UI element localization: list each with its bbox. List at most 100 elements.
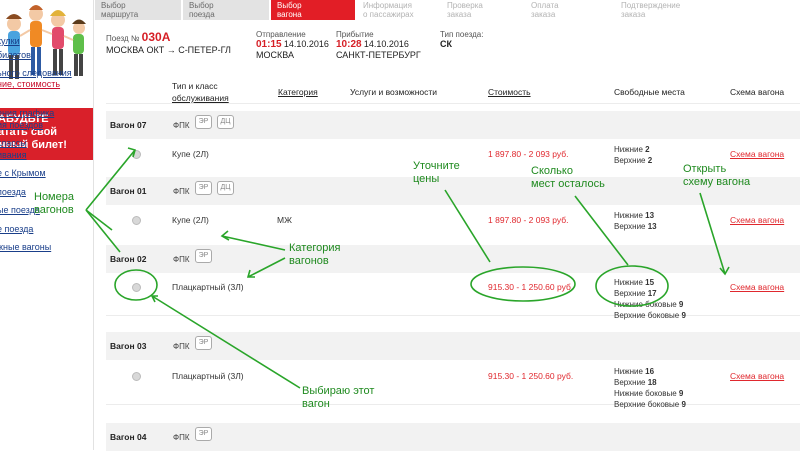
train-number: 030А [141,30,171,44]
step-1[interactable]: Выбор маршрута [95,0,181,20]
wagon-scheme-link[interactable]: Схема вагона [730,371,784,381]
train-number-label: Поезд № [106,34,140,43]
seat-type: Нижние [614,211,643,220]
wagon-price: 1 897.80 - 2 093 руб. [488,149,569,159]
sidebar-link[interactable]: билетов [0,50,31,60]
carrier-label: ФПК [173,187,190,196]
step-5[interactable]: Проверка заказа [441,0,523,20]
step-label: Выбор [189,1,214,10]
step-4[interactable]: Информация о пассажирах [357,0,439,20]
annotation-line: Открыть [683,163,727,175]
seat-count: 9 [681,311,686,320]
wagon-class: Плацкартный (3Л) [172,371,244,381]
wagon-select-radio[interactable] [132,216,141,225]
step-6[interactable]: Оплата заказа [525,0,613,20]
arrival-info: Прибытие 10:28 14.10.2016 САНКТ-ПЕТЕРБУР… [336,30,421,60]
seat-type: Нижние боковые [614,389,677,398]
column-class-line1: Тип и класс [172,81,218,91]
departure-city: МОСКВА [256,50,294,60]
column-category[interactable]: Категория [278,87,318,97]
departure-date: 14.10.2016 [283,39,329,49]
seat-type: Верхние [614,378,646,387]
sidebar-link[interactable]: ьного следования [0,68,72,78]
sidebar-link[interactable]: жные вагоны [0,242,51,252]
step-label: Оплата [531,1,559,10]
step-label: Проверка [447,1,483,10]
wagon-label: Вагон 07 [110,120,147,130]
annotation-line: Уточните [413,160,460,172]
train-type-value: СК [440,39,452,49]
seat-line: Нижние боковые 9 [614,388,686,399]
arrival-city: САНКТ-ПЕТЕРБУРГ [336,50,421,60]
column-price[interactable]: Стоимость [488,87,531,97]
step-label: Выбор [277,1,302,10]
wagon-class: Плацкартный (3Л) [172,282,244,292]
arrival-time: 10:28 [336,39,362,50]
wagon-scheme-link[interactable]: Схема вагона [730,149,784,159]
wagon-label: Вагон 01 [110,186,147,196]
sidebar-link[interactable]: ние, стоимость [0,79,60,89]
sidebar-link[interactable]: ивания [0,150,27,160]
seat-count: 2 [647,156,653,165]
seat-type: Верхние боковые [614,311,680,320]
seat-count: 9 [681,400,686,409]
sidebar-link[interactable]: поезда [0,187,26,197]
annotation-line: Номера [34,191,74,203]
step-3[interactable]: Выбор вагона [271,0,355,20]
column-services: Услуги и возможности [350,87,438,97]
step-label: маршрута [101,10,139,19]
seat-count: 16 [645,367,655,376]
seat-line: Верхние 17 [614,288,686,299]
seat-type: Нижние [614,278,643,287]
seat-count: 17 [647,289,657,298]
seat-type: Верхние [614,222,646,231]
annotation-seats: Сколько мест осталось [531,165,605,191]
carrier-label: ФПК [173,342,190,351]
service-badge-er: ЭР [195,115,212,129]
carrier-label: ФПК [173,255,190,264]
seat-line: Верхние 13 [614,221,657,232]
sidebar-link[interactable]: ия поездов [0,120,43,130]
seat-type: Верхние [614,156,646,165]
seat-line: Нижние 16 [614,366,686,377]
wagon-seats: Нижние 2 Верхние 2 [614,144,652,166]
annotation-line: Выбираю этот [302,385,375,397]
service-badge-er: ЭР [195,181,212,195]
step-label: вагона [277,10,302,19]
header-divider [106,103,800,104]
column-seats: Свободные места [614,87,685,97]
seat-line: Верхние 2 [614,155,652,166]
column-scheme: Схема вагона [730,87,785,97]
annotation-line: мест осталось [531,178,605,190]
departure-info: Отправление 01:15 14.10.2016 МОСКВА [256,30,329,60]
service-badge-er: ЭР [195,427,212,441]
step-7[interactable]: Подтверждение заказа [615,0,715,20]
step-label: заказа [447,10,472,19]
step-label: о пассажирах [363,10,414,19]
wagon-label: Вагон 03 [110,341,147,351]
column-class[interactable]: Тип и класс обслуживания [172,80,229,104]
wagon-select-radio[interactable] [132,150,141,159]
annotation-line: цены [413,173,440,185]
seat-type: Верхние боковые [614,400,680,409]
sidebar-link[interactable]: ения графика [0,108,54,118]
step-label: Информация [363,1,412,10]
train-type-info: Тип поезда: СК [440,30,483,49]
step-2[interactable]: Выбор поезда [183,0,269,20]
arrival-date: 14.10.2016 [363,39,409,49]
sidebar-link[interactable]: кулки [0,36,20,46]
wagon-category: МЖ [277,215,292,225]
seat-count: 9 [678,389,684,398]
sidebar-link[interactable]: е с Крымом [0,168,46,178]
sidebar-link[interactable]: классы [0,138,27,148]
wagon-scheme-link[interactable]: Схема вагона [730,215,784,225]
annotation-line: вагон [302,398,330,410]
wagon-select-radio[interactable] [132,283,141,292]
service-badge-er: ЭР [195,336,212,350]
wagon-scheme-link[interactable]: Схема вагона [730,282,784,292]
departure-label: Отправление [256,30,306,39]
sidebar-link[interactable]: е поезда [0,224,33,234]
step-label: заказа [531,10,556,19]
wagon-select-radio[interactable] [132,372,141,381]
seat-count: 2 [645,145,650,154]
